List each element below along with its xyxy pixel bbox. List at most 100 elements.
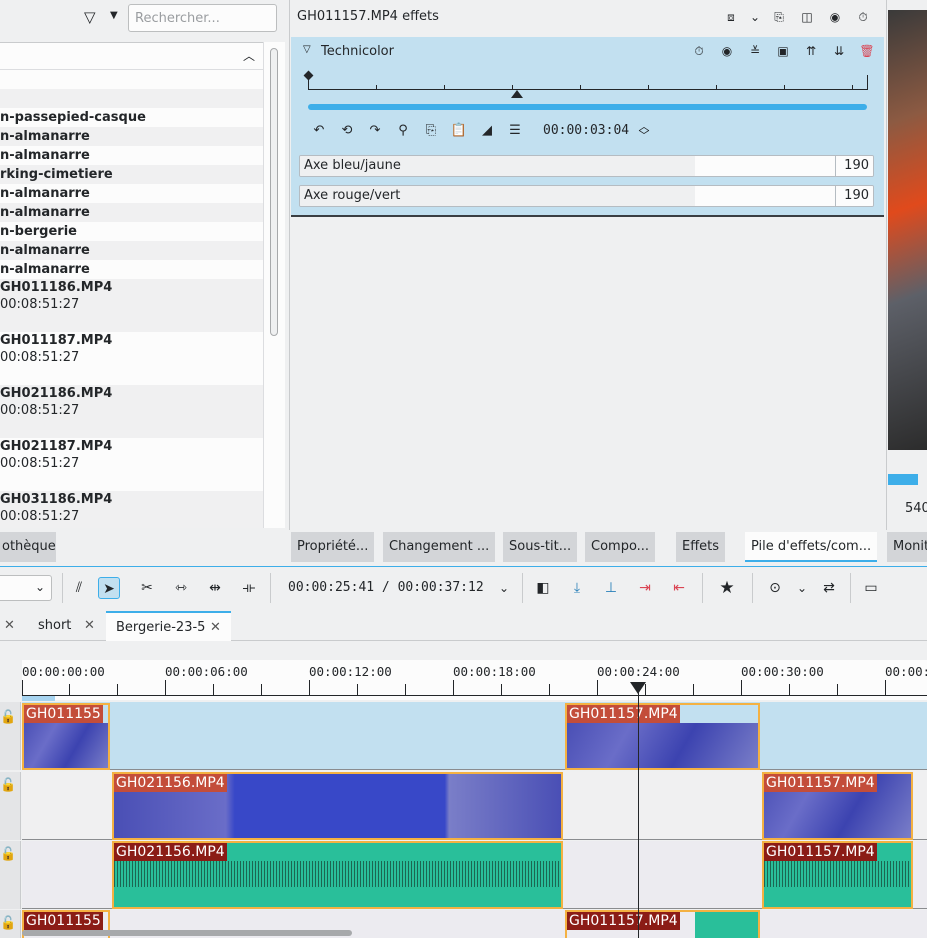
delete-icon[interactable]: 🗑 (859, 43, 875, 59)
composite-icon[interactable]: ◧ (532, 577, 554, 599)
timeline-clip[interactable]: GH011155 (22, 703, 110, 770)
tab-bergerie[interactable]: Bergerie-23-5 ✕ (106, 611, 231, 641)
compare-icon[interactable]: ⧈ (723, 9, 739, 25)
list-item[interactable]: n-almanarre (0, 184, 263, 203)
eye-icon[interactable]: ◉ (827, 9, 843, 25)
timeline-ruler[interactable]: 00:00:00:00 00:00:06:00 00:00:12:00 00:0… (22, 660, 927, 701)
scrollbar-thumb[interactable] (270, 48, 278, 336)
lock-icon[interactable]: 🔓 (0, 916, 16, 931)
param-red-green[interactable]: Axe rouge/vert 190 (299, 185, 874, 207)
video-track-1[interactable] (22, 702, 927, 770)
paste-icon[interactable]: 📋 (450, 122, 468, 140)
close-icon[interactable]: ✕ (84, 611, 95, 641)
list-item[interactable] (0, 70, 263, 89)
tab-effects[interactable]: Effets (676, 532, 726, 562)
list-item[interactable]: rking-cimetiere (0, 165, 263, 184)
monitor-view[interactable] (888, 10, 927, 450)
chevron-down-icon[interactable]: ▽ (303, 44, 311, 55)
close-icon[interactable]: ✕ (4, 618, 15, 633)
curve-icon[interactable]: ◢ (478, 122, 496, 140)
spinner-icon[interactable]: ︿ ﹀ (635, 121, 653, 141)
track-header[interactable]: 🔓 (0, 910, 21, 938)
mode-select[interactable]: ⌄ (0, 575, 52, 601)
chevron-up-icon[interactable]: ︿ (243, 47, 255, 64)
keyframe-ruler[interactable] (303, 70, 868, 98)
tab-compositions[interactable]: Compo... (585, 532, 656, 562)
list-item[interactable]: n-bergerie (0, 222, 263, 241)
timeline-audio-clip[interactable]: GH011157.MP4 (565, 910, 760, 938)
move-down-icon[interactable]: ⇊ (831, 43, 847, 59)
timeline-clip[interactable]: GH011157.MP4 (762, 772, 913, 840)
timeline-clip[interactable]: GH011157.MP4 (565, 703, 760, 770)
bin-header[interactable]: ︿ (0, 43, 263, 70)
track-header[interactable]: 🔓 (0, 772, 21, 840)
list-item[interactable]: n-almanarre (0, 127, 263, 146)
save-icon[interactable]: ⎘ (771, 9, 787, 25)
chevron-down-icon[interactable]: ▼ (110, 10, 124, 26)
list-item[interactable]: GH011187.MP4 00:08:51:27 (0, 332, 263, 385)
param-value[interactable]: 190 (835, 156, 873, 176)
tab-subtitles[interactable]: Sous-tit... (503, 532, 578, 562)
extract-icon[interactable]: ⇥ (634, 577, 656, 599)
list-item[interactable]: GH031186.MP4 00:08:51:27 (0, 491, 263, 528)
track-header[interactable]: 🔓 (0, 702, 21, 770)
zone-marker[interactable] (22, 696, 55, 701)
settings-sliders-icon[interactable]: ⇄ (818, 577, 840, 599)
list-item[interactable]: GH021187.MP4 00:08:51:27 (0, 438, 263, 491)
tab-library[interactable]: othèque (0, 532, 56, 562)
record-icon[interactable]: ⊙ (764, 577, 786, 599)
lock-icon[interactable]: 🔓 (0, 710, 16, 725)
bin-list[interactable]: ︿ n-passepied-casque n-almanarre n-alman… (0, 42, 263, 528)
timeline-audio-clip[interactable]: GH011157.MP4 (762, 841, 913, 909)
bin-scrollbar[interactable] (263, 42, 285, 528)
select-tool-icon[interactable]: ➤ (98, 577, 120, 599)
lift-icon[interactable]: ⇤ (668, 577, 690, 599)
timeline-scrollbar[interactable] (22, 930, 352, 936)
add-keyframe-icon[interactable]: ⟲ (338, 122, 356, 140)
razor-tool-icon[interactable]: ✂ (136, 577, 158, 599)
chevron-down-icon[interactable]: ⌄ (747, 9, 763, 25)
timer-icon[interactable]: ⏱ (855, 9, 871, 25)
subtitle-icon[interactable]: ▭ (860, 577, 882, 599)
param-blue-yellow[interactable]: Axe bleu/jaune 190 (299, 155, 874, 177)
previous-keyframe-icon[interactable]: ↶ (310, 122, 328, 140)
list-item[interactable]: n-almanarre (0, 241, 263, 260)
sliders-icon[interactable]: ≚ (747, 43, 763, 59)
param-value[interactable]: 190 (835, 186, 873, 206)
slide-tool-icon[interactable]: ⟛ (238, 577, 260, 599)
timeline-audio-clip[interactable]: GH021156.MP4 (112, 841, 563, 909)
search-input[interactable] (128, 4, 277, 32)
lock-icon[interactable]: 🔓 (0, 847, 16, 862)
chevron-down-icon[interactable]: ⌄ (493, 577, 515, 599)
tab-monitor[interactable]: Monit (887, 532, 927, 562)
split-view-icon[interactable]: ◫ (799, 9, 815, 25)
track-header[interactable]: 🔓 (0, 841, 21, 909)
stamp-icon[interactable]: ⚲ (394, 122, 412, 140)
keyframe-cursor[interactable] (511, 90, 523, 98)
list-item[interactable]: n-almanarre (0, 260, 263, 279)
ripple-tool-icon[interactable]: ⇹ (204, 577, 226, 599)
tab-transitions[interactable]: Changement ... (383, 532, 496, 562)
list-item[interactable]: GH021186.MP4 00:08:51:27 (0, 385, 263, 438)
next-keyframe-icon[interactable]: ↷ (366, 122, 384, 140)
chevron-down-icon[interactable]: ⌄ (791, 577, 813, 599)
tab-effect-stack[interactable]: Pile d'effets/com... (745, 532, 878, 562)
playhead-handle[interactable] (630, 682, 646, 694)
slip-tool-icon[interactable]: ⇿ (170, 577, 192, 599)
move-up-icon[interactable]: ⇈ (803, 43, 819, 59)
playhead[interactable] (638, 682, 639, 938)
list-item[interactable]: n-almanarre (0, 146, 263, 165)
menu-icon[interactable]: ☰ (506, 122, 524, 140)
tab-short[interactable]: short ✕ (28, 611, 106, 641)
copy-icon[interactable]: ⎘ (422, 122, 440, 140)
tab-properties[interactable]: Propriété... (291, 532, 375, 562)
eye-icon[interactable]: ◉ (719, 43, 735, 59)
list-item[interactable]: n-almanarre (0, 203, 263, 222)
timer-icon[interactable]: ⏱ (691, 43, 707, 59)
lock-icon[interactable]: 🔓 (0, 778, 16, 793)
close-icon[interactable]: ✕ (210, 613, 221, 643)
timeline-clip[interactable]: GH021156.MP4 (112, 772, 563, 840)
save-icon[interactable]: ▣ (775, 43, 791, 59)
spacer-tool-icon[interactable]: ⫽ (68, 577, 90, 599)
filter-icon[interactable]: ▽ (84, 8, 102, 28)
